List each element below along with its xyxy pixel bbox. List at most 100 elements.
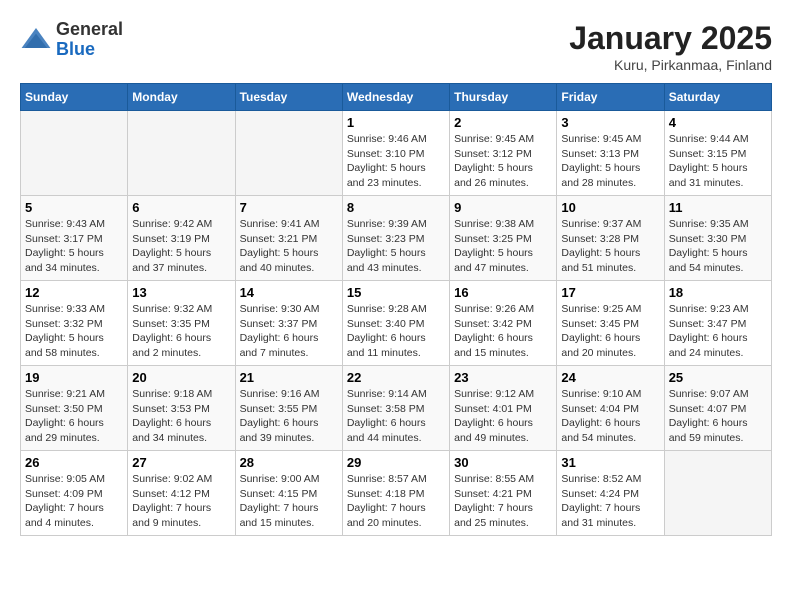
logo-blue: Blue: [56, 40, 123, 60]
day-number: 26: [25, 455, 123, 470]
calendar-cell: 9 Sunrise: 9:38 AM Sunset: 3:25 PM Daylig…: [450, 196, 557, 281]
day-number: 29: [347, 455, 445, 470]
day-number: 4: [669, 115, 767, 130]
day-info: Sunrise: 9:37 AM Sunset: 3:28 PM Dayligh…: [561, 217, 659, 276]
calendar-cell: 4 Sunrise: 9:44 AM Sunset: 3:15 PM Daylig…: [664, 111, 771, 196]
day-info: Sunrise: 9:45 AM Sunset: 3:13 PM Dayligh…: [561, 132, 659, 191]
title-area: January 2025 Kuru, Pirkanmaa, Finland: [569, 20, 772, 73]
day-number: 31: [561, 455, 659, 470]
day-number: 20: [132, 370, 230, 385]
day-number: 1: [347, 115, 445, 130]
weekday-header-wednesday: Wednesday: [342, 84, 449, 111]
day-info: Sunrise: 9:23 AM Sunset: 3:47 PM Dayligh…: [669, 302, 767, 361]
day-number: 13: [132, 285, 230, 300]
calendar-cell: 1 Sunrise: 9:46 AM Sunset: 3:10 PM Daylig…: [342, 111, 449, 196]
day-number: 21: [240, 370, 338, 385]
day-number: 15: [347, 285, 445, 300]
day-number: 28: [240, 455, 338, 470]
calendar-cell: 27 Sunrise: 9:02 AM Sunset: 4:12 PM Dayli…: [128, 451, 235, 536]
calendar-cell: 8Sunrise: 9:39 AM Sunset: 3:23 PM Daylig…: [342, 196, 449, 281]
calendar-table: SundayMondayTuesdayWednesdayThursdayFrid…: [20, 83, 772, 536]
day-number: 22: [347, 370, 445, 385]
day-info: Sunrise: 9:41 AM Sunset: 3:21 PM Dayligh…: [240, 217, 338, 276]
day-number: 18: [669, 285, 767, 300]
calendar-cell: 31 Sunrise: 8:52 AM Sunset: 4:24 PM Dayli…: [557, 451, 664, 536]
day-number: 9: [454, 200, 552, 215]
day-number: 7: [240, 200, 338, 215]
calendar-cell: 19 Sunrise: 9:21 AM Sunset: 3:50 PM Dayli…: [21, 366, 128, 451]
calendar-cell: [21, 111, 128, 196]
calendar-cell: 10 Sunrise: 9:37 AM Sunset: 3:28 PM Dayli…: [557, 196, 664, 281]
day-number: 27: [132, 455, 230, 470]
day-info: Sunrise: 9:32 AM Sunset: 3:35 PM Dayligh…: [132, 302, 230, 361]
calendar-cell: 18 Sunrise: 9:23 AM Sunset: 3:47 PM Dayli…: [664, 281, 771, 366]
calendar-cell: 14Sunrise: 9:30 AM Sunset: 3:37 PM Dayli…: [235, 281, 342, 366]
day-info: Sunrise: 9:10 AM Sunset: 4:04 PM Dayligh…: [561, 387, 659, 446]
day-info: Sunrise: 9:00 AM Sunset: 4:15 PM Dayligh…: [240, 472, 338, 531]
day-info: Sunrise: 9:02 AM Sunset: 4:12 PM Dayligh…: [132, 472, 230, 531]
calendar-cell: 5Sunrise: 9:43 AM Sunset: 3:17 PM Daylig…: [21, 196, 128, 281]
calendar-cell: 11 Sunrise: 9:35 AM Sunset: 3:30 PM Dayli…: [664, 196, 771, 281]
day-info: Sunrise: 9:14 AM Sunset: 3:58 PM Dayligh…: [347, 387, 445, 446]
week-row-2: 5Sunrise: 9:43 AM Sunset: 3:17 PM Daylig…: [21, 196, 772, 281]
day-number: 3: [561, 115, 659, 130]
weekday-header-friday: Friday: [557, 84, 664, 111]
day-info: Sunrise: 9:18 AM Sunset: 3:53 PM Dayligh…: [132, 387, 230, 446]
day-number: 25: [669, 370, 767, 385]
calendar-cell: 7 Sunrise: 9:41 AM Sunset: 3:21 PM Daylig…: [235, 196, 342, 281]
week-row-4: 19 Sunrise: 9:21 AM Sunset: 3:50 PM Dayli…: [21, 366, 772, 451]
calendar-cell: 6Sunrise: 9:42 AM Sunset: 3:19 PM Daylig…: [128, 196, 235, 281]
calendar-cell: 22 Sunrise: 9:14 AM Sunset: 3:58 PM Dayli…: [342, 366, 449, 451]
day-number: 2: [454, 115, 552, 130]
calendar-cell: 24Sunrise: 9:10 AM Sunset: 4:04 PM Dayli…: [557, 366, 664, 451]
logo: General Blue: [20, 20, 123, 60]
day-number: 11: [669, 200, 767, 215]
page-header: General Blue January 2025 Kuru, Pirkanma…: [20, 20, 772, 73]
day-info: Sunrise: 9:35 AM Sunset: 3:30 PM Dayligh…: [669, 217, 767, 276]
calendar-cell: 28 Sunrise: 9:00 AM Sunset: 4:15 PM Dayli…: [235, 451, 342, 536]
weekday-header-tuesday: Tuesday: [235, 84, 342, 111]
day-info: Sunrise: 9:39 AM Sunset: 3:23 PM Dayligh…: [347, 217, 445, 276]
day-info: Sunrise: 9:44 AM Sunset: 3:15 PM Dayligh…: [669, 132, 767, 191]
weekday-header-monday: Monday: [128, 84, 235, 111]
logo-icon: [20, 24, 52, 56]
weekday-header-saturday: Saturday: [664, 84, 771, 111]
week-row-3: 12Sunrise: 9:33 AM Sunset: 3:32 PM Dayli…: [21, 281, 772, 366]
day-info: Sunrise: 9:16 AM Sunset: 3:55 PM Dayligh…: [240, 387, 338, 446]
day-info: Sunrise: 8:57 AM Sunset: 4:18 PM Dayligh…: [347, 472, 445, 531]
day-info: Sunrise: 9:05 AM Sunset: 4:09 PM Dayligh…: [25, 472, 123, 531]
day-number: 23: [454, 370, 552, 385]
day-info: Sunrise: 9:45 AM Sunset: 3:12 PM Dayligh…: [454, 132, 552, 191]
day-info: Sunrise: 9:21 AM Sunset: 3:50 PM Dayligh…: [25, 387, 123, 446]
day-info: Sunrise: 9:38 AM Sunset: 3:25 PM Dayligh…: [454, 217, 552, 276]
day-number: 19: [25, 370, 123, 385]
weekday-header-row: SundayMondayTuesdayWednesdayThursdayFrid…: [21, 84, 772, 111]
day-number: 6: [132, 200, 230, 215]
calendar-cell: 23 Sunrise: 9:12 AM Sunset: 4:01 PM Dayli…: [450, 366, 557, 451]
day-info: Sunrise: 9:28 AM Sunset: 3:40 PM Dayligh…: [347, 302, 445, 361]
month-title: January 2025: [569, 20, 772, 57]
calendar-cell: 3 Sunrise: 9:45 AM Sunset: 3:13 PM Daylig…: [557, 111, 664, 196]
calendar-cell: 17Sunrise: 9:25 AM Sunset: 3:45 PM Dayli…: [557, 281, 664, 366]
day-info: Sunrise: 9:12 AM Sunset: 4:01 PM Dayligh…: [454, 387, 552, 446]
day-info: Sunrise: 9:25 AM Sunset: 3:45 PM Dayligh…: [561, 302, 659, 361]
day-info: Sunrise: 9:30 AM Sunset: 3:37 PM Dayligh…: [240, 302, 338, 361]
calendar-cell: [664, 451, 771, 536]
day-info: Sunrise: 9:43 AM Sunset: 3:17 PM Dayligh…: [25, 217, 123, 276]
logo-text: General Blue: [56, 20, 123, 60]
location: Kuru, Pirkanmaa, Finland: [569, 57, 772, 73]
calendar-cell: 16Sunrise: 9:26 AM Sunset: 3:42 PM Dayli…: [450, 281, 557, 366]
day-number: 30: [454, 455, 552, 470]
day-info: Sunrise: 9:46 AM Sunset: 3:10 PM Dayligh…: [347, 132, 445, 191]
weekday-header-sunday: Sunday: [21, 84, 128, 111]
logo-general: General: [56, 20, 123, 40]
calendar-cell: 25Sunrise: 9:07 AM Sunset: 4:07 PM Dayli…: [664, 366, 771, 451]
day-info: Sunrise: 8:52 AM Sunset: 4:24 PM Dayligh…: [561, 472, 659, 531]
calendar-cell: 29 Sunrise: 8:57 AM Sunset: 4:18 PM Dayli…: [342, 451, 449, 536]
day-number: 10: [561, 200, 659, 215]
week-row-5: 26 Sunrise: 9:05 AM Sunset: 4:09 PM Dayli…: [21, 451, 772, 536]
calendar-cell: 13 Sunrise: 9:32 AM Sunset: 3:35 PM Dayli…: [128, 281, 235, 366]
calendar-cell: 26 Sunrise: 9:05 AM Sunset: 4:09 PM Dayli…: [21, 451, 128, 536]
calendar-cell: 30Sunrise: 8:55 AM Sunset: 4:21 PM Dayli…: [450, 451, 557, 536]
calendar-cell: [128, 111, 235, 196]
